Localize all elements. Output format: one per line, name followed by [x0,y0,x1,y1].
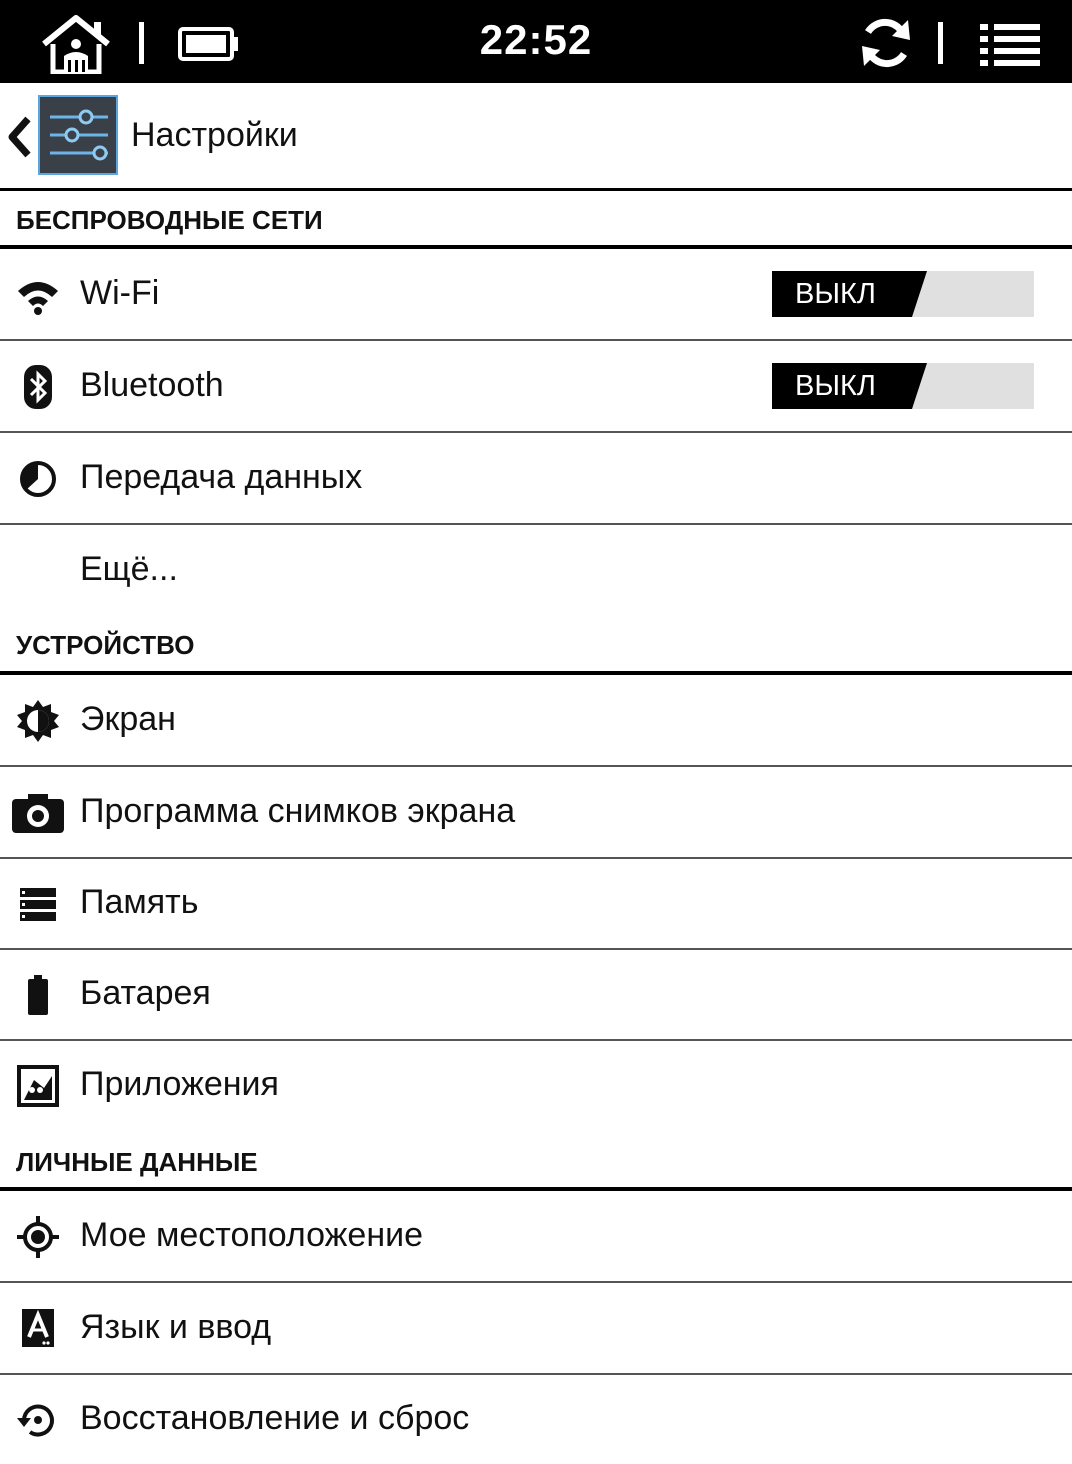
bluetooth-icon [14,363,62,411]
settings-item-wifi[interactable]: Wi-Fi ВЫКЛ [0,249,1072,341]
settings-sliders-icon[interactable] [38,95,118,175]
apps-icon [14,1062,62,1110]
restore-icon [14,1396,62,1444]
data-usage-icon [14,455,62,503]
settings-item-label: Язык и ввод [80,1308,272,1346]
settings-item-label: Ещё... [80,550,178,588]
settings-item-location[interactable]: Мое местоположение [0,1191,1072,1283]
status-separator [938,22,943,64]
section-header-label: БЕСПРОВОДНЫЕ СЕТИ [16,205,323,235]
settings-item-label: Bluetooth [80,366,224,404]
settings-item-label: Передача данных [80,458,363,496]
settings-item-battery[interactable]: Батарея [0,949,1072,1041]
back-chevron-icon[interactable] [6,115,32,164]
settings-item-apps[interactable]: Приложения [0,1040,1072,1130]
settings-item-more[interactable]: Ещё... [0,525,1072,615]
settings-item-backup-reset[interactable]: Восстановление и сброс [0,1374,1072,1464]
brightness-icon [14,697,62,745]
settings-item-label: Экран [80,700,176,738]
camera-icon [10,789,66,837]
settings-item-data-usage[interactable]: Передача данных [0,433,1072,525]
settings-item-display[interactable]: Экран [0,675,1072,767]
sync-icon[interactable] [858,16,914,75]
settings-item-language[interactable]: Язык и ввод [0,1283,1072,1375]
settings-item-label: Батарея [80,974,211,1012]
settings-item-label: Программа снимков экрана [80,792,516,830]
battery-icon [14,971,62,1019]
status-bar: 22:52 [0,0,1072,83]
settings-item-storage[interactable]: Память [0,858,1072,950]
wifi-toggle[interactable]: ВЫКЛ [772,271,1034,317]
page-title: Настройки [131,116,298,154]
settings-item-screenshot[interactable]: Программа снимков экрана [0,767,1072,859]
section-header-personal: ЛИЧНЫЕ ДАННЫЕ [0,1134,1072,1191]
action-bar: Настройки [0,83,1072,191]
settings-item-label: Wi-Fi [80,274,160,312]
menu-icon[interactable] [980,22,1042,73]
settings-item-label: Мое местоположение [80,1216,424,1254]
section-header-wireless: БЕСПРОВОДНЫЕ СЕТИ [0,191,1072,249]
section-header-label: ЛИЧНЫЕ ДАННЫЕ [16,1147,258,1177]
toggle-state-label: ВЫКЛ [795,370,876,402]
wifi-icon [14,271,62,319]
settings-item-label: Память [80,883,199,921]
storage-icon [14,880,62,928]
settings-item-label: Приложения [80,1065,279,1103]
settings-item-bluetooth[interactable]: Bluetooth ВЫКЛ [0,341,1072,433]
section-header-device: УСТРОЙСТВО [0,618,1072,675]
settings-item-label: Восстановление и сброс [80,1399,470,1437]
location-icon [14,1213,62,1261]
toggle-state-label: ВЫКЛ [795,278,876,310]
section-header-label: УСТРОЙСТВО [16,630,195,660]
bluetooth-toggle[interactable]: ВЫКЛ [772,363,1034,409]
language-icon [14,1305,62,1353]
